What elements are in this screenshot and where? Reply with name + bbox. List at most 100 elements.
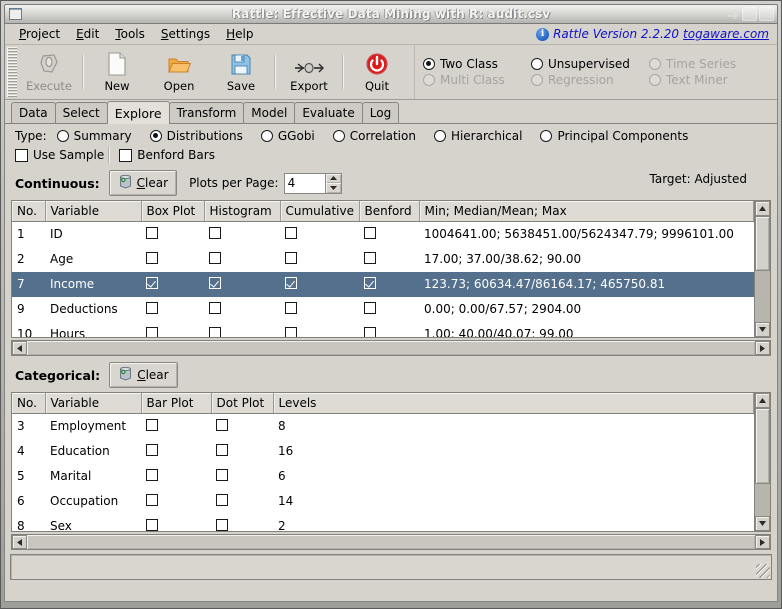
tab-transform[interactable]: Transform bbox=[168, 102, 245, 123]
categorical-hscroll-thumb[interactable] bbox=[27, 535, 755, 549]
table-row[interactable]: 3 Employment 8 bbox=[12, 414, 754, 439]
col-variable[interactable]: Variable bbox=[45, 393, 142, 414]
type-ggobi[interactable]: GGobi bbox=[260, 129, 315, 143]
tab-data[interactable]: Data bbox=[11, 102, 56, 123]
close-button[interactable] bbox=[759, 7, 774, 21]
col-dot-plot[interactable]: Dot Plot bbox=[211, 393, 274, 414]
categorical-scroll-track[interactable] bbox=[755, 408, 770, 516]
mode-multi-class[interactable]: Multi Class bbox=[423, 73, 531, 87]
table-row[interactable]: 4 Education 16 bbox=[12, 439, 754, 464]
scroll-right-icon[interactable] bbox=[755, 535, 770, 549]
menu-tools[interactable]: Tools bbox=[107, 25, 153, 43]
cell-dot-plot[interactable] bbox=[211, 439, 273, 464]
scroll-down-icon[interactable] bbox=[755, 322, 770, 337]
type-hierarchical[interactable]: Hierarchical bbox=[433, 129, 522, 143]
cell-benford[interactable] bbox=[359, 297, 419, 322]
col-benford[interactable]: Benford bbox=[359, 201, 420, 222]
cell-bar-plot[interactable] bbox=[141, 514, 211, 532]
plots-per-page-spinner[interactable] bbox=[283, 172, 342, 194]
cell-dot-plot[interactable] bbox=[211, 464, 273, 489]
togaware-link[interactable]: togaware.com bbox=[683, 27, 769, 41]
table-row[interactable]: 9 Deductions 0.00; 0.00/67.57; 2904.00 bbox=[12, 297, 754, 322]
table-row[interactable]: 6 Occupation 14 bbox=[12, 489, 754, 514]
cell-box-plot[interactable] bbox=[141, 297, 204, 322]
cell-dot-plot[interactable] bbox=[211, 489, 273, 514]
col-levels[interactable]: Levels bbox=[273, 393, 754, 414]
type-summary[interactable]: Summary bbox=[56, 129, 132, 143]
continuous-horizontal-scrollbar[interactable] bbox=[11, 340, 771, 356]
cell-dot-plot[interactable] bbox=[211, 514, 273, 532]
export-button[interactable]: Export bbox=[278, 47, 340, 97]
scroll-right-icon[interactable] bbox=[755, 341, 770, 355]
cell-box-plot[interactable] bbox=[141, 271, 204, 297]
mode-time-series[interactable]: Time Series bbox=[649, 57, 736, 71]
cell-histogram[interactable] bbox=[204, 322, 280, 337]
spinner-up-icon[interactable] bbox=[326, 174, 341, 184]
cell-benford[interactable] bbox=[359, 322, 419, 337]
type-distributions[interactable]: Distributions bbox=[149, 129, 243, 143]
execute-button[interactable]: Execute bbox=[18, 47, 80, 97]
continuous-hscroll-thumb[interactable] bbox=[27, 341, 755, 355]
col-cumulative[interactable]: Cumulative bbox=[280, 201, 360, 222]
cell-histogram[interactable] bbox=[204, 297, 280, 322]
new-button[interactable]: New bbox=[86, 47, 148, 97]
cell-box-plot[interactable] bbox=[141, 322, 204, 337]
menu-help[interactable]: Help bbox=[218, 25, 261, 43]
cell-benford[interactable] bbox=[359, 271, 419, 297]
tab-select[interactable]: Select bbox=[54, 102, 108, 123]
tab-log[interactable]: Log bbox=[361, 102, 400, 123]
mode-unsupervised[interactable]: Unsupervised bbox=[531, 57, 649, 71]
minimize-button[interactable] bbox=[725, 7, 740, 21]
cell-bar-plot[interactable] bbox=[141, 464, 211, 489]
col-stats[interactable]: Min; Median/Mean; Max bbox=[419, 201, 754, 222]
table-row[interactable]: 1 ID 1004641.00; 5638451.00/5624347.79; … bbox=[12, 222, 754, 247]
categorical-horizontal-scrollbar[interactable] bbox=[11, 534, 771, 550]
categorical-scroll-thumb[interactable] bbox=[755, 408, 770, 484]
cell-cumulative[interactable] bbox=[280, 297, 359, 322]
continuous-scroll-track[interactable] bbox=[755, 216, 770, 322]
tab-explore[interactable]: Explore bbox=[106, 101, 170, 124]
cell-box-plot[interactable] bbox=[141, 247, 204, 272]
open-button[interactable]: Open bbox=[148, 47, 210, 97]
scroll-up-icon[interactable] bbox=[755, 201, 770, 216]
table-row[interactable]: 7 Income 123.73; 60634.47/86164.17; 4657… bbox=[12, 271, 754, 297]
table-row[interactable]: 5 Marital 6 bbox=[12, 464, 754, 489]
menu-edit[interactable]: Edit bbox=[68, 25, 107, 43]
continuous-clear-button[interactable]: Clear bbox=[108, 170, 178, 196]
col-no[interactable]: No. bbox=[12, 393, 46, 414]
col-histogram[interactable]: Histogram bbox=[204, 201, 281, 222]
tab-evaluate[interactable]: Evaluate bbox=[294, 102, 363, 123]
col-no[interactable]: No. bbox=[12, 201, 46, 222]
tab-model[interactable]: Model bbox=[243, 102, 296, 123]
cell-bar-plot[interactable] bbox=[141, 439, 211, 464]
scroll-up-icon[interactable] bbox=[755, 393, 770, 408]
cell-benford[interactable] bbox=[359, 247, 419, 272]
spinner-down-icon[interactable] bbox=[326, 183, 341, 193]
categorical-clear-button[interactable]: Clear bbox=[109, 362, 178, 388]
cell-cumulative[interactable] bbox=[280, 247, 359, 272]
continuous-scroll-thumb[interactable] bbox=[755, 216, 770, 272]
scroll-down-icon[interactable] bbox=[755, 516, 770, 531]
continuous-vertical-scrollbar[interactable] bbox=[754, 201, 770, 337]
menu-settings[interactable]: Settings bbox=[153, 25, 218, 43]
mode-two-class[interactable]: Two Class bbox=[423, 57, 531, 71]
plots-per-page-input[interactable] bbox=[284, 173, 325, 193]
table-row[interactable]: 10 Hours 1.00; 40.00/40.07; 99.00 bbox=[12, 322, 754, 337]
table-row[interactable]: 8 Sex 2 bbox=[12, 514, 754, 532]
mode-text-miner[interactable]: Text Miner bbox=[649, 73, 728, 87]
type-principal-components[interactable]: Principal Components bbox=[540, 129, 688, 143]
quit-button[interactable]: Quit bbox=[346, 47, 408, 97]
cell-dot-plot[interactable] bbox=[211, 414, 273, 439]
cell-histogram[interactable] bbox=[204, 271, 280, 297]
table-row[interactable]: 2 Age 17.00; 37.00/38.62; 90.00 bbox=[12, 247, 754, 272]
cell-benford[interactable] bbox=[359, 222, 419, 247]
menu-project[interactable]: Project bbox=[11, 25, 68, 43]
maximize-button[interactable] bbox=[742, 7, 757, 21]
type-correlation[interactable]: Correlation bbox=[332, 129, 416, 143]
cell-cumulative[interactable] bbox=[280, 222, 359, 247]
cell-cumulative[interactable] bbox=[280, 322, 359, 337]
cell-bar-plot[interactable] bbox=[141, 414, 211, 439]
col-box-plot[interactable]: Box Plot bbox=[141, 201, 205, 222]
scroll-left-icon[interactable] bbox=[12, 535, 27, 549]
cell-histogram[interactable] bbox=[204, 222, 280, 247]
